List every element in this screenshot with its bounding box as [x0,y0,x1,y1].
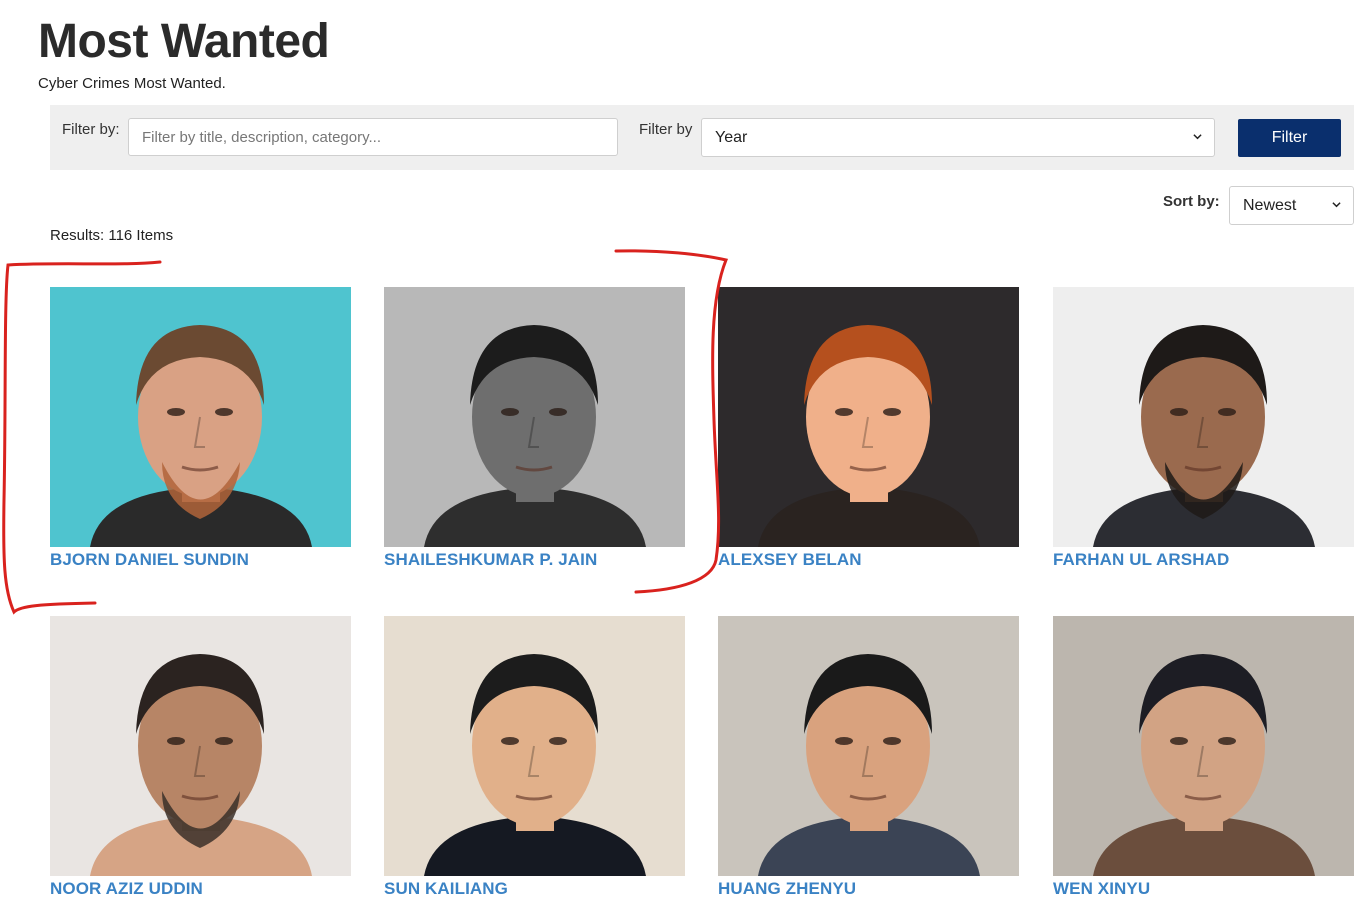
wanted-name-link[interactable]: SHAILESHKUMAR P. JAIN [384,550,685,570]
search-input[interactable] [128,118,618,156]
wanted-name-link[interactable]: SUN KAILIANG [384,879,685,899]
wanted-photo[interactable] [50,616,351,876]
wanted-card[interactable]: SHAILESHKUMAR P. JAIN [384,287,685,570]
year-select-value: Year [715,129,748,146]
page-subtitle: Cyber Crimes Most Wanted. [38,75,226,92]
wanted-name-link[interactable]: NOOR AZIZ UDDIN [50,879,351,899]
wanted-photo[interactable] [1053,616,1354,876]
filter-button[interactable]: Filter [1238,119,1341,157]
sort-label: Sort by: [1163,193,1220,210]
wanted-name-link[interactable]: ALEXSEY BELAN [718,550,1019,570]
chevron-down-icon [1193,134,1202,140]
wanted-photo[interactable] [1053,287,1354,547]
wanted-name-link[interactable]: FARHAN UL ARSHAD [1053,550,1354,570]
text-filter-label: Filter by: [62,121,120,138]
wanted-card[interactable]: ALEXSEY BELAN [718,287,1019,570]
sort-select-value: Newest [1243,197,1297,214]
chevron-down-icon [1332,202,1341,208]
results-count: Results: 116 Items [50,227,174,244]
page-title: Most Wanted [38,15,330,68]
year-select[interactable]: Year [701,118,1215,157]
wanted-card[interactable]: FARHAN UL ARSHAD [1053,287,1354,570]
wanted-photo[interactable] [384,616,685,876]
sort-select[interactable]: Newest [1229,186,1354,225]
wanted-photo[interactable] [50,287,351,547]
wanted-photo[interactable] [718,616,1019,876]
wanted-card[interactable]: BJORN DANIEL SUNDIN [50,287,351,570]
wanted-photo[interactable] [384,287,685,547]
wanted-card[interactable]: NOOR AZIZ UDDIN [50,616,351,899]
wanted-name-link[interactable]: BJORN DANIEL SUNDIN [50,550,351,570]
wanted-card[interactable]: HUANG ZHENYU [718,616,1019,899]
wanted-card[interactable]: WEN XINYU [1053,616,1354,899]
wanted-photo[interactable] [718,287,1019,547]
select-filter-label: Filter by [639,121,693,138]
wanted-name-link[interactable]: HUANG ZHENYU [718,879,1019,899]
wanted-card[interactable]: SUN KAILIANG [384,616,685,899]
filter-bar: Filter by: Filter by Year Filter [50,105,1354,170]
wanted-name-link[interactable]: WEN XINYU [1053,879,1354,899]
